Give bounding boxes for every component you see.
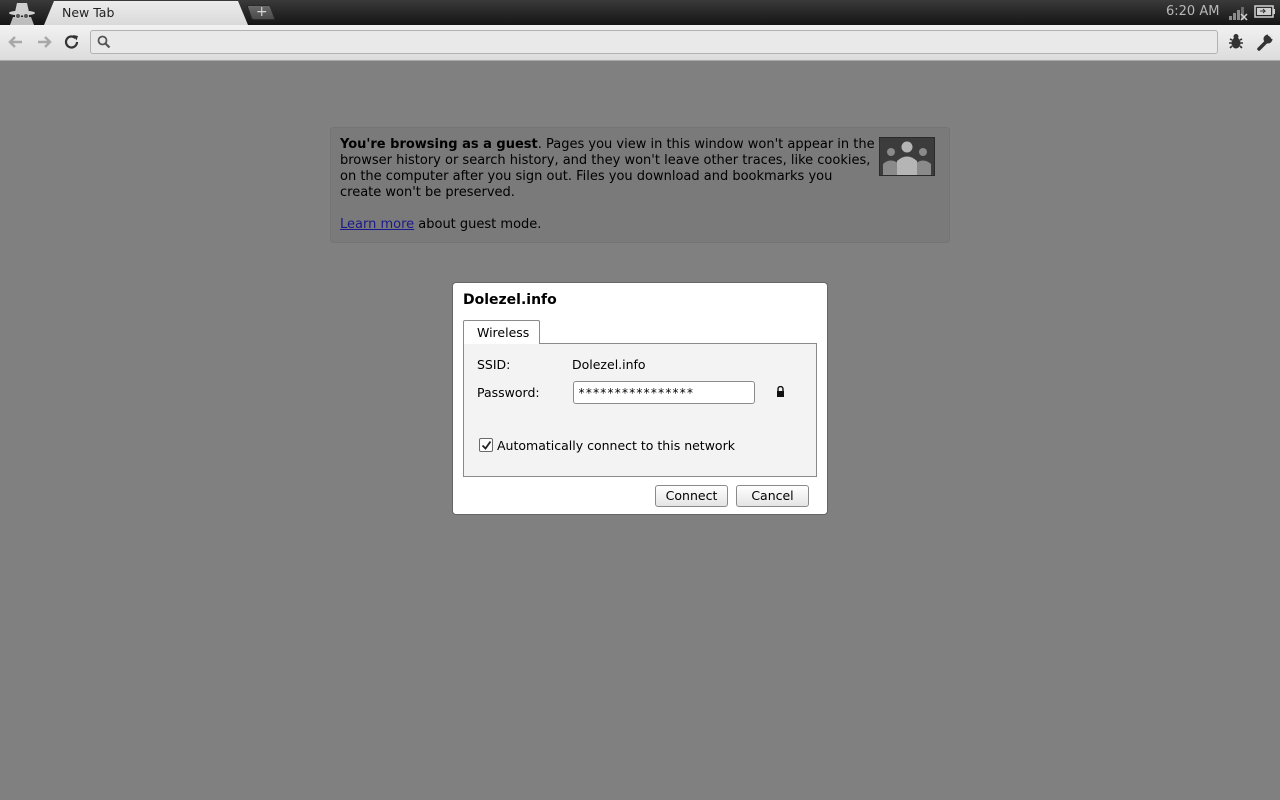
auto-connect-checkbox[interactable] <box>479 438 493 452</box>
password-field[interactable] <box>573 381 755 404</box>
back-arrow-icon <box>8 36 22 48</box>
tab-wireless-label: Wireless <box>477 325 530 340</box>
back-button[interactable] <box>4 31 28 53</box>
wifi-signal-icon[interactable] <box>1228 5 1248 21</box>
learn-more-suffix: about guest mode. <box>414 217 542 232</box>
guest-notice-heading: You're browsing as a guest <box>340 137 538 152</box>
auto-connect-label[interactable]: Automatically connect to this network <box>497 438 735 453</box>
reload-icon <box>64 35 79 49</box>
wrench-button[interactable] <box>1252 31 1276 53</box>
omnibox-input[interactable] <box>117 33 1207 51</box>
guest-people-icon <box>879 137 935 176</box>
bug-button[interactable] <box>1224 31 1248 53</box>
wireless-settings-panel: SSID: Dolezel.info Password: Automatical… <box>463 343 817 477</box>
tab-wireless[interactable]: Wireless <box>463 320 540 344</box>
search-icon <box>96 34 112 50</box>
forward-button[interactable] <box>32 31 56 53</box>
lock-icon[interactable] <box>776 385 785 397</box>
plus-icon: + <box>255 4 268 20</box>
tab-title: New Tab <box>62 5 115 20</box>
omnibox[interactable] <box>90 30 1218 54</box>
ssid-value: Dolezel.info <box>572 357 646 372</box>
incognito-icon[interactable] <box>4 0 40 25</box>
wrench-icon <box>1257 34 1273 51</box>
password-label: Password: <box>477 385 540 400</box>
clock[interactable]: 6:20 AM <box>1166 4 1219 19</box>
new-tab-button[interactable]: + <box>246 4 276 20</box>
guest-learn-more-line: Learn more about guest mode. <box>340 217 541 233</box>
reload-button[interactable] <box>60 31 84 53</box>
dialog-title: Dolezel.info <box>463 292 557 308</box>
cancel-button[interactable]: Cancel <box>736 485 809 507</box>
tab-new-tab[interactable]: New Tab <box>44 1 248 25</box>
bug-icon <box>1229 34 1243 49</box>
network-connect-dialog: Dolezel.info Wireless SSID: Dolezel.info… <box>452 282 828 515</box>
learn-more-link[interactable]: Learn more <box>340 217 414 232</box>
browser-toolbar <box>0 25 1280 61</box>
checkmark-icon <box>481 440 492 450</box>
connect-button[interactable]: Connect <box>655 485 728 507</box>
battery-icon[interactable] <box>1254 5 1276 19</box>
guest-mode-notice: You're browsing as a guest. Pages you vi… <box>330 127 950 243</box>
forward-arrow-icon <box>38 36 52 48</box>
ssid-label: SSID: <box>477 357 511 372</box>
guest-notice-text: You're browsing as a guest. Pages you vi… <box>340 137 876 201</box>
tab-strip: New Tab + 6:20 AM <box>0 0 1280 25</box>
